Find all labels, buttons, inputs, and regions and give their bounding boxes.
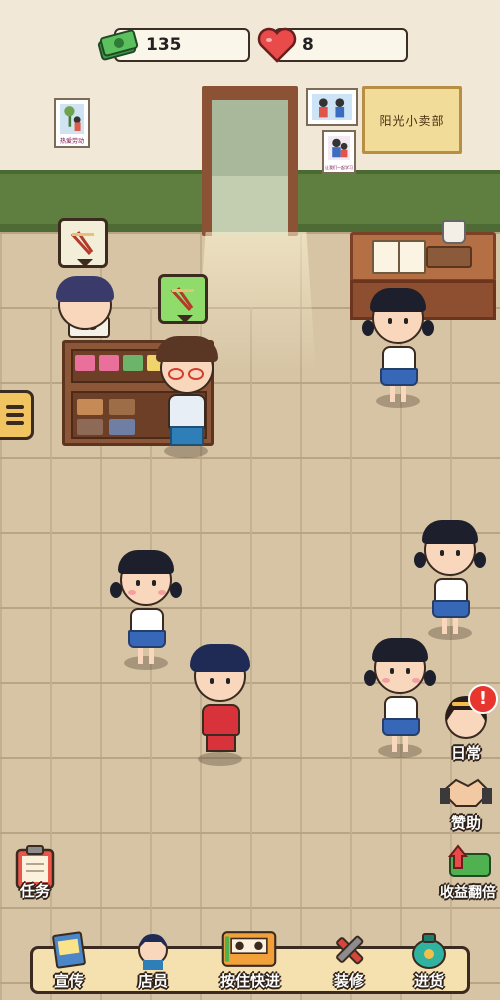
student-right-lower[interactable] xyxy=(364,638,438,770)
shop-name-sign: 阳光小卖部 xyxy=(362,86,462,154)
tasks-button[interactable]: 任务 xyxy=(8,844,62,904)
tasks-label: 任务 xyxy=(19,882,50,900)
doorway xyxy=(212,100,288,236)
poster-study: 让我们一起学习 xyxy=(322,130,356,174)
nav-clerk-label: 店员 xyxy=(137,972,168,990)
cassette-icon xyxy=(221,931,277,967)
chopsticks-icon xyxy=(170,287,194,312)
cash-value: 135 xyxy=(146,35,182,55)
nav-promote-label: 宣传 xyxy=(53,972,84,990)
heart-icon xyxy=(256,25,298,69)
customer-glasses[interactable] xyxy=(152,336,222,470)
goods-box xyxy=(109,419,135,435)
nav-restock[interactable]: 进货 xyxy=(394,930,464,996)
nav-promote[interactable]: 宣传 xyxy=(34,930,104,996)
menu-icon xyxy=(6,405,24,409)
nav-fast-forward[interactable]: 按住快进 xyxy=(208,930,292,996)
nav-renovate-label: 装修 xyxy=(333,972,364,990)
snack-green xyxy=(123,355,143,371)
request-bubble-customer[interactable] xyxy=(158,274,208,324)
snack-pink xyxy=(75,355,95,371)
daily-alert-badge: ! xyxy=(468,684,498,714)
sponsor-button[interactable]: 赞助 xyxy=(436,772,496,836)
abacus xyxy=(426,246,472,268)
poster-labor: 热爱劳动 xyxy=(54,98,90,148)
daily-label: 日常 xyxy=(450,744,481,762)
nav-fast-forward-label: 按住快进 xyxy=(219,972,280,990)
nav-restock-label: 进货 xyxy=(413,972,444,990)
snack-pink xyxy=(99,355,119,371)
student-left[interactable] xyxy=(110,550,184,682)
nav-renovate[interactable]: 装修 xyxy=(314,930,384,996)
chopsticks-icon xyxy=(70,231,94,256)
goods-box xyxy=(77,419,103,435)
double-income-label: 收益翻倍 xyxy=(440,885,496,901)
game-scene: 热爱劳动 让我们一起学习 阳光小卖部 19 xyxy=(0,0,500,1000)
goods-bag-icon xyxy=(412,933,446,969)
menu-icon-bar xyxy=(6,413,24,417)
goods-box xyxy=(77,399,103,415)
hearts-value: 8 xyxy=(302,35,314,55)
poster-study-caption: 让我们一起学习 xyxy=(325,165,353,170)
student-right-upper[interactable] xyxy=(414,520,488,652)
student-boy-red[interactable] xyxy=(186,644,256,776)
double-income-button[interactable]: 收益翻倍 xyxy=(436,840,500,904)
clerk-icon xyxy=(138,934,168,970)
student-at-desk[interactable] xyxy=(362,288,434,420)
open-book xyxy=(372,240,426,274)
menu-icon-bar xyxy=(6,421,24,425)
double-income-icon xyxy=(447,844,491,877)
poster-icon xyxy=(52,931,86,969)
goods-box xyxy=(109,399,135,415)
poster-labor-caption: 热爱劳动 xyxy=(59,138,84,145)
sponsor-label: 赞助 xyxy=(450,814,481,832)
mug xyxy=(442,220,466,244)
side-menu-button[interactable] xyxy=(0,390,34,440)
request-bubble-shopkeeper[interactable] xyxy=(58,218,108,268)
cash-stack-icon xyxy=(96,24,140,68)
daily-button[interactable]: ! 日常 xyxy=(436,684,498,764)
handshake-icon xyxy=(440,778,492,807)
tools-icon xyxy=(336,935,364,965)
poster-students xyxy=(306,88,358,126)
nav-clerk[interactable]: 店员 xyxy=(118,930,188,996)
